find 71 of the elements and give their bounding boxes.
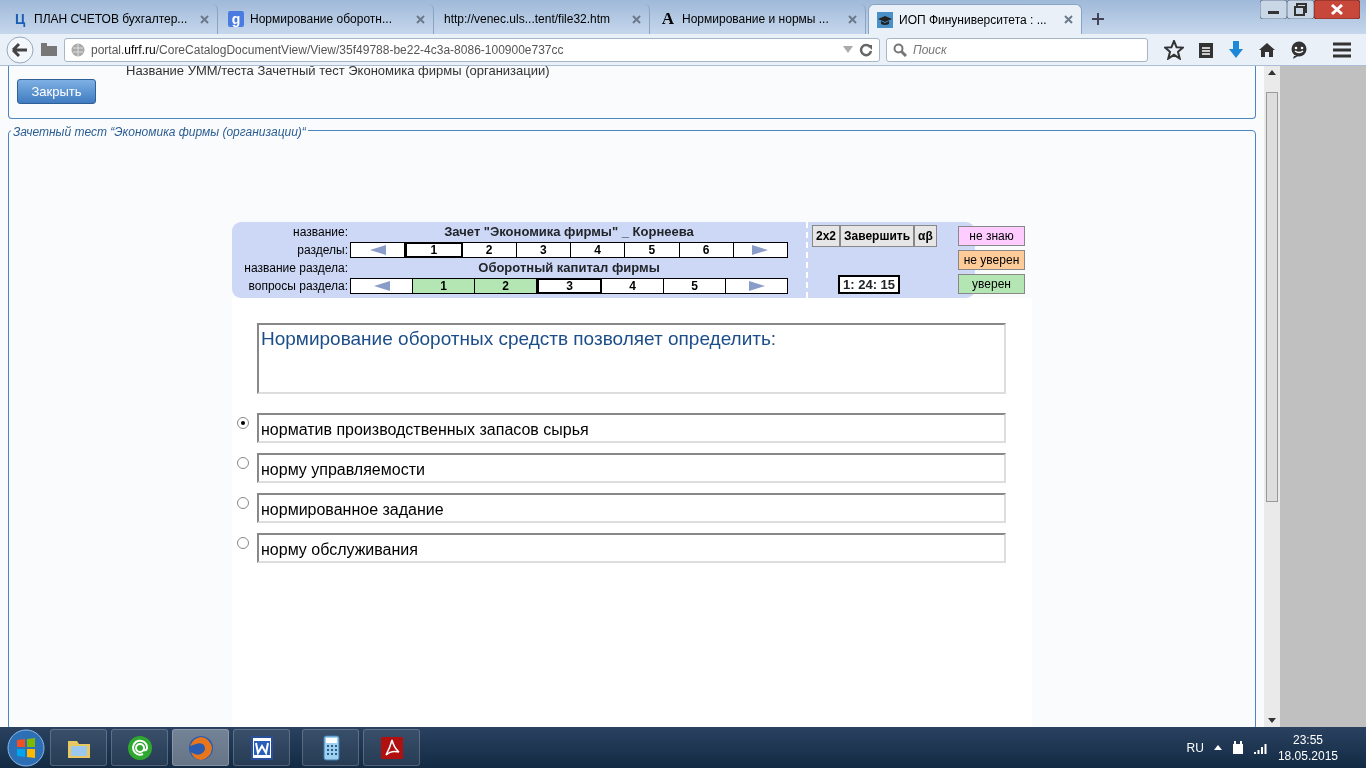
field-label: название:: [292, 224, 349, 241]
confidence-button[interactable]: уверен: [958, 274, 1025, 294]
next-arrow-icon[interactable]: [748, 281, 765, 291]
field-label: название раздела:: [243, 260, 349, 277]
graduation-cap-icon: [877, 11, 893, 28]
signal-bars-icon[interactable]: [1253, 741, 1268, 754]
clipboard-icon[interactable]: [1198, 40, 1214, 59]
section-name: Оборотный капитал фирмы: [477, 259, 661, 278]
start-button[interactable]: [6, 727, 46, 768]
at-sign-icon: [125, 733, 154, 762]
close-icon[interactable]: [632, 14, 641, 24]
taskbar-button[interactable]: [233, 729, 290, 766]
answer-option: нормированное задание: [257, 493, 1006, 523]
taskbar-button[interactable]: [302, 729, 359, 766]
toolbar-button[interactable]: Завершить: [840, 225, 915, 247]
download-icon[interactable]: [1228, 40, 1244, 59]
close-icon[interactable]: [1314, 0, 1360, 19]
fieldset-legend: Зачетный тест “Экономика фирмы (организации)“: [11, 123, 308, 141]
tab-icon: g: [228, 11, 244, 27]
url-field[interactable]: portal.ufrf.ru/CoreCatalogDocumentView/View/35f49788-be22-4c3a-8086-100900e737cc: [64, 37, 880, 62]
section-tab[interactable]: 1: [405, 242, 463, 258]
next-arrow-icon[interactable]: [752, 245, 769, 255]
answer-option: норму обслуживания: [257, 533, 1006, 563]
home-icon[interactable]: [1258, 41, 1276, 58]
clock-time[interactable]: 23:55: [1277, 731, 1338, 748]
scroll-down-icon[interactable]: [1268, 718, 1276, 723]
globe-icon: [71, 42, 85, 57]
reload-icon[interactable]: [859, 42, 873, 57]
test-name: Зачет "Экономика фирмы" _ Корнеева: [443, 223, 695, 242]
power-plug-icon[interactable]: [1231, 740, 1244, 755]
taskbar-button[interactable]: [363, 729, 420, 766]
confidence-button[interactable]: не знаю: [958, 226, 1025, 246]
close-icon[interactable]: [200, 14, 209, 24]
timer: 1: 24: 15: [838, 275, 901, 294]
tab-icon: A: [660, 11, 676, 27]
clock-date[interactable]: 18.05.2015: [1277, 747, 1338, 764]
field-label: разделы:: [296, 242, 349, 259]
close-icon[interactable]: [416, 14, 425, 24]
scroll-thumb[interactable]: [1266, 91, 1278, 502]
restore-icon[interactable]: [1287, 0, 1314, 19]
taskbar-button[interactable]: [111, 729, 168, 766]
menu-icon[interactable]: [1332, 41, 1352, 58]
header-text: Название УММ/теста Зачетный тест Экономика фирмы (организации): [126, 66, 550, 78]
previous-arrow-icon[interactable]: [373, 281, 390, 291]
taskbar-button[interactable]: [50, 729, 107, 766]
answer-option: норму управляемости: [257, 453, 1006, 483]
minimize-icon[interactable]: [1260, 0, 1287, 19]
question-tab[interactable]: 1: [413, 279, 475, 293]
fox-globe-icon: [186, 733, 215, 762]
toolbar-button[interactable]: αβ: [914, 225, 937, 247]
confidence-button[interactable]: не уверен: [958, 250, 1025, 270]
smiley-icon[interactable]: [1290, 40, 1308, 59]
language-indicator[interactable]: RU: [1186, 738, 1204, 757]
star-icon[interactable]: [1164, 39, 1184, 60]
field-label: вопросы раздела:: [247, 278, 349, 295]
search-field[interactable]: Поиск: [886, 37, 1148, 62]
close-icon[interactable]: [848, 14, 857, 24]
show-hidden-icons-icon[interactable]: [1213, 745, 1222, 750]
scroll-up-icon[interactable]: [1268, 70, 1276, 75]
toolbar-button[interactable]: 2x2: [812, 225, 841, 247]
question-tab[interactable]: 2: [475, 279, 537, 293]
browser-tab[interactable]: ИОП Финуниверситета : ...: [868, 4, 1082, 34]
close-icon[interactable]: [1064, 15, 1073, 24]
question-tab[interactable]: 3: [537, 278, 602, 294]
answer-option: норматив производственных запасов сырья: [257, 413, 1006, 443]
new-tab-icon[interactable]: [1092, 13, 1104, 25]
back-icon[interactable]: [6, 35, 34, 64]
previous-arrow-icon[interactable]: [369, 245, 386, 255]
question-text: Нормирование оборотных средств позволяет определить:: [257, 323, 1006, 394]
url-text: portal.ufrf.ru/CoreCatalogDocumentView/View/35f49788-be22-4c3a-8086-100900e737cc: [91, 41, 564, 59]
tab-icon: Ц: [12, 11, 28, 27]
